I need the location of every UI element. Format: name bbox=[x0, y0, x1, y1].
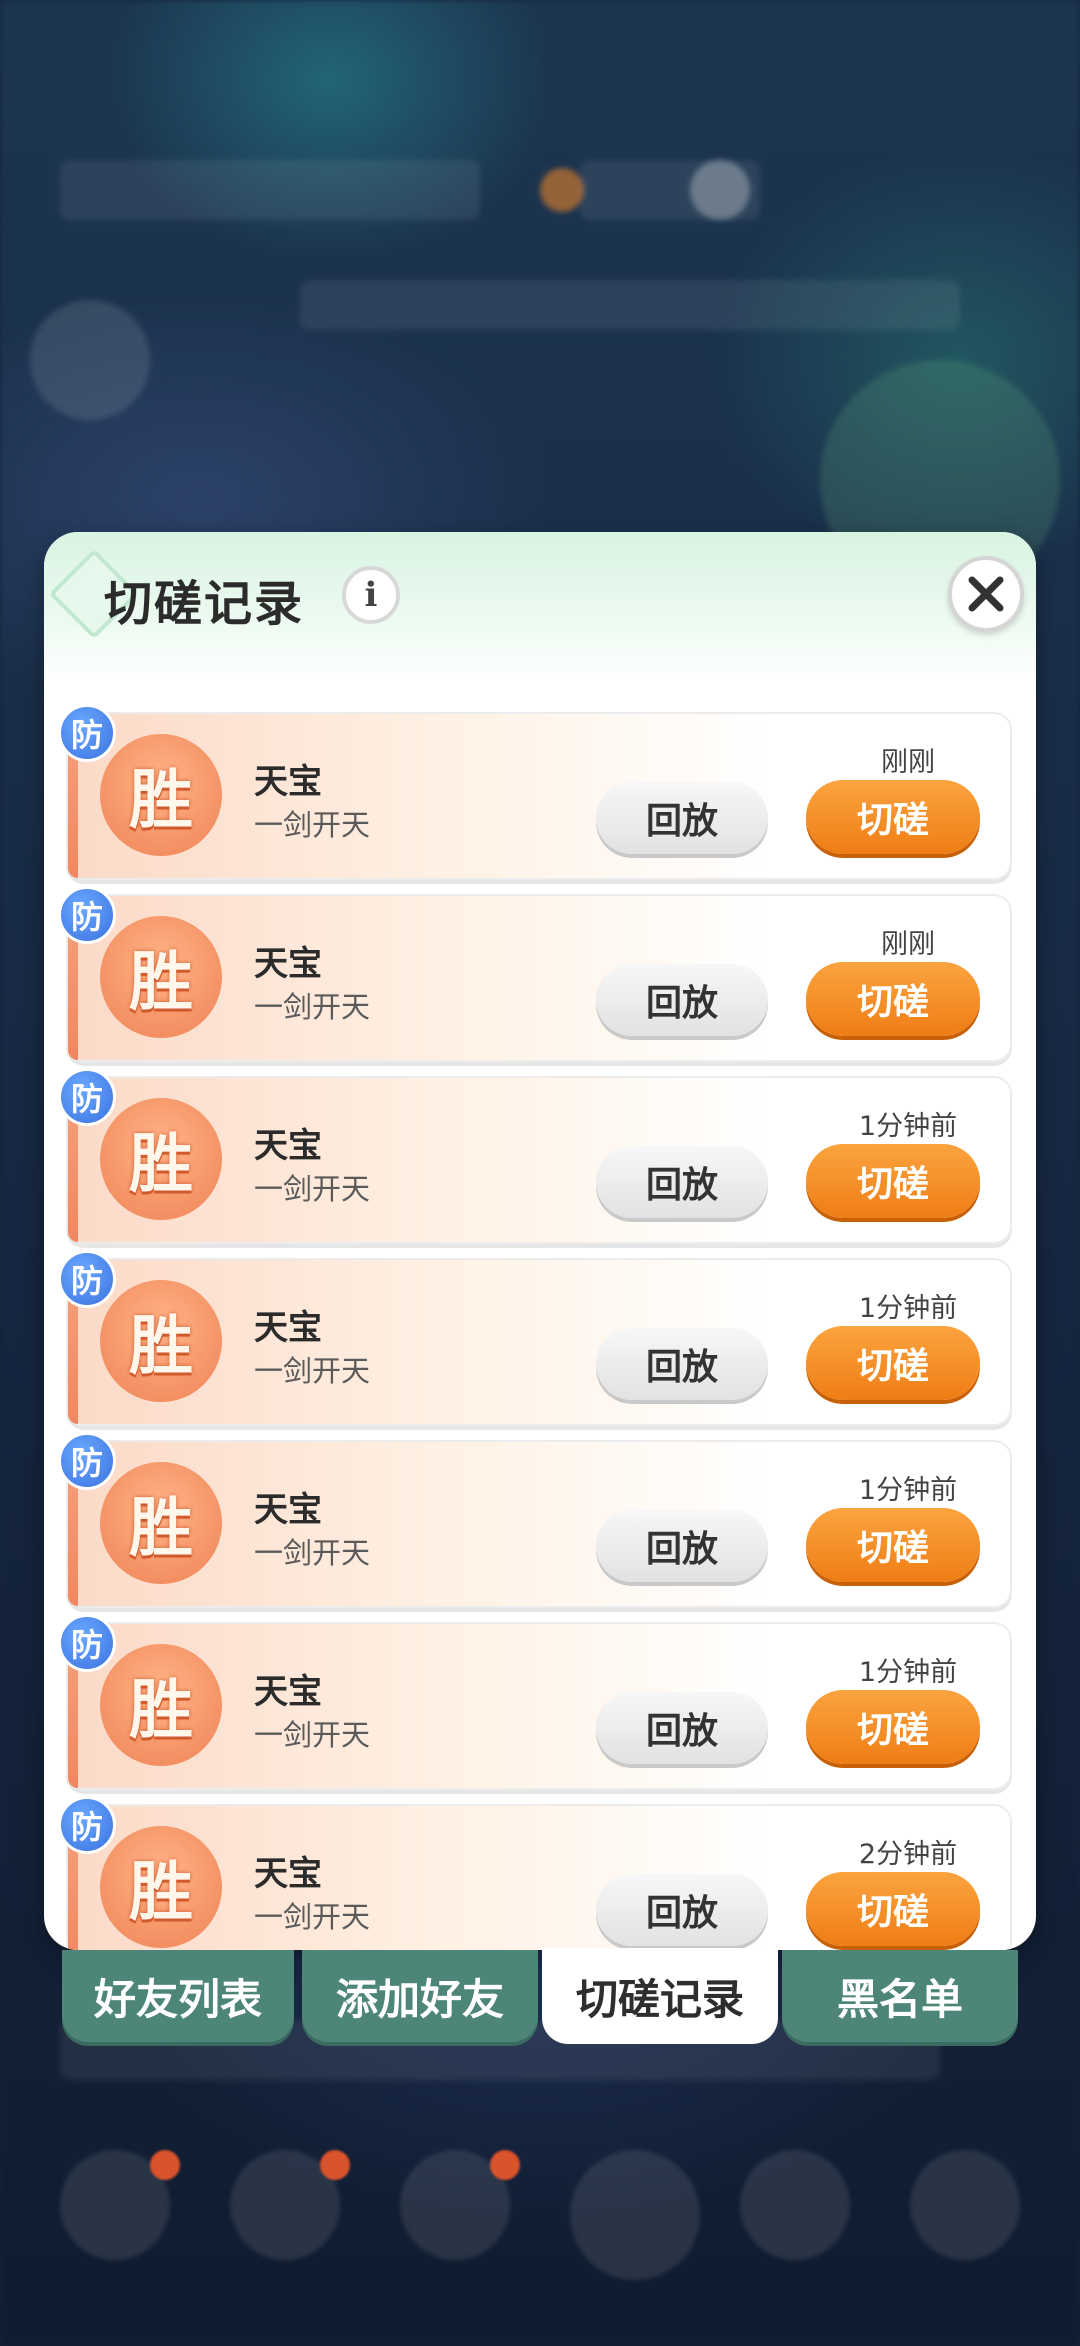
replay-button[interactable]: 回放 bbox=[596, 964, 768, 1036]
opponent-name: 天宝 bbox=[254, 944, 322, 984]
defense-badge: 防 bbox=[58, 704, 116, 762]
spar-button[interactable]: 切磋 bbox=[806, 1508, 980, 1582]
result-label: 胜 bbox=[129, 1492, 193, 1566]
close-icon bbox=[968, 576, 1004, 612]
blurred-notification-dot bbox=[320, 2150, 350, 2180]
defense-badge: 防 bbox=[58, 1432, 116, 1490]
result-label: 胜 bbox=[129, 946, 193, 1020]
blurred-menu-icon bbox=[570, 2150, 700, 2280]
defense-badge: 防 bbox=[58, 1796, 116, 1854]
close-button[interactable] bbox=[948, 556, 1024, 632]
blurred-notification-dot bbox=[490, 2150, 520, 2180]
blurred-avatar bbox=[30, 300, 150, 420]
replay-button[interactable]: 回放 bbox=[596, 782, 768, 854]
record-row: 胜 防 天宝 一剑开天 1分钟前 回放 切磋 bbox=[58, 1432, 1012, 1608]
spar-button[interactable]: 切磋 bbox=[806, 1872, 980, 1946]
record-time: 1分钟前 bbox=[858, 1111, 958, 1142]
opponent-name: 天宝 bbox=[254, 1854, 322, 1894]
blurred-coin-icon bbox=[540, 168, 584, 212]
tab-spar-record[interactable]: 切磋记录 bbox=[542, 1948, 778, 2044]
result-label: 胜 bbox=[129, 1856, 193, 1930]
opponent-subtitle: 一剑开天 bbox=[254, 1172, 371, 1206]
record-time: 刚刚 bbox=[881, 929, 935, 960]
tab-blacklist[interactable]: 黑名单 bbox=[782, 1950, 1018, 2042]
defense-badge: 防 bbox=[58, 1614, 116, 1672]
result-label: 胜 bbox=[129, 1128, 193, 1202]
blurred-marquee bbox=[300, 280, 960, 330]
replay-button[interactable]: 回放 bbox=[596, 1692, 768, 1764]
win-result-icon: 胜 bbox=[100, 1098, 222, 1220]
replay-button[interactable]: 回放 bbox=[596, 1510, 768, 1582]
spar-button[interactable]: 切磋 bbox=[806, 1326, 980, 1400]
info-icon[interactable]: i bbox=[342, 566, 400, 624]
win-result-icon: 胜 bbox=[100, 916, 222, 1038]
opponent-subtitle: 一剑开天 bbox=[254, 990, 371, 1024]
win-result-icon: 胜 bbox=[100, 1462, 222, 1584]
dialog-title: 切磋记录 bbox=[104, 576, 305, 632]
record-time: 2分钟前 bbox=[858, 1839, 958, 1870]
record-row: 胜 防 天宝 一剑开天 2分钟前 回放 切磋 bbox=[58, 1796, 1012, 1950]
spar-button[interactable]: 切磋 bbox=[806, 1144, 980, 1218]
record-time: 刚刚 bbox=[881, 747, 935, 778]
result-label: 胜 bbox=[129, 1310, 193, 1384]
blurred-bottom-menu bbox=[0, 2150, 1080, 2290]
opponent-name: 天宝 bbox=[254, 1126, 322, 1166]
defense-badge: 防 bbox=[58, 1250, 116, 1308]
record-row: 胜 防 天宝 一剑开天 刚刚 回放 切磋 bbox=[58, 886, 1012, 1062]
blurred-menu-icon bbox=[910, 2150, 1020, 2260]
opponent-subtitle: 一剑开天 bbox=[254, 1354, 371, 1388]
blurred-notification-dot bbox=[150, 2150, 180, 2180]
blurred-menu-icon bbox=[740, 2150, 850, 2260]
spar-record-dialog: 切磋记录 i 胜 防 天宝 一剑开天 刚刚 回放 切磋 胜 防 天宝 一剑开天 … bbox=[44, 532, 1036, 1950]
opponent-name: 天宝 bbox=[254, 1308, 322, 1348]
record-row: 胜 防 天宝 一剑开天 刚刚 回放 切磋 bbox=[58, 704, 1012, 880]
win-result-icon: 胜 bbox=[100, 1644, 222, 1766]
win-result-icon: 胜 bbox=[100, 734, 222, 856]
record-time: 1分钟前 bbox=[858, 1293, 958, 1324]
spar-button[interactable]: 切磋 bbox=[806, 1690, 980, 1764]
tab-add-friend[interactable]: 添加好友 bbox=[302, 1950, 538, 2042]
replay-button[interactable]: 回放 bbox=[596, 1146, 768, 1218]
defense-badge: 防 bbox=[58, 1068, 116, 1126]
win-result-icon: 胜 bbox=[100, 1280, 222, 1402]
defense-badge: 防 bbox=[58, 886, 116, 944]
record-row: 胜 防 天宝 一剑开天 1分钟前 回放 切磋 bbox=[58, 1250, 1012, 1426]
record-time: 1分钟前 bbox=[858, 1657, 958, 1688]
opponent-name: 天宝 bbox=[254, 1490, 322, 1530]
result-label: 胜 bbox=[129, 1674, 193, 1748]
opponent-name: 天宝 bbox=[254, 1672, 322, 1712]
record-time: 1分钟前 bbox=[858, 1475, 958, 1506]
record-row: 胜 防 天宝 一剑开天 1分钟前 回放 切磋 bbox=[58, 1614, 1012, 1790]
blurred-resource-bar bbox=[60, 160, 480, 220]
opponent-name: 天宝 bbox=[254, 762, 322, 802]
opponent-subtitle: 一剑开天 bbox=[254, 1536, 371, 1570]
blurred-plus-icon bbox=[690, 160, 750, 220]
opponent-subtitle: 一剑开天 bbox=[254, 1900, 371, 1934]
replay-button[interactable]: 回放 bbox=[596, 1874, 768, 1946]
opponent-subtitle: 一剑开天 bbox=[254, 808, 371, 842]
opponent-subtitle: 一剑开天 bbox=[254, 1718, 371, 1752]
result-label: 胜 bbox=[129, 764, 193, 838]
spar-button[interactable]: 切磋 bbox=[806, 962, 980, 1036]
win-result-icon: 胜 bbox=[100, 1826, 222, 1948]
spar-button[interactable]: 切磋 bbox=[806, 780, 980, 854]
replay-button[interactable]: 回放 bbox=[596, 1328, 768, 1400]
record-row: 胜 防 天宝 一剑开天 1分钟前 回放 切磋 bbox=[58, 1068, 1012, 1244]
tab-friend-list[interactable]: 好友列表 bbox=[62, 1950, 294, 2042]
dialog-header: 切磋记录 i bbox=[44, 532, 1036, 682]
